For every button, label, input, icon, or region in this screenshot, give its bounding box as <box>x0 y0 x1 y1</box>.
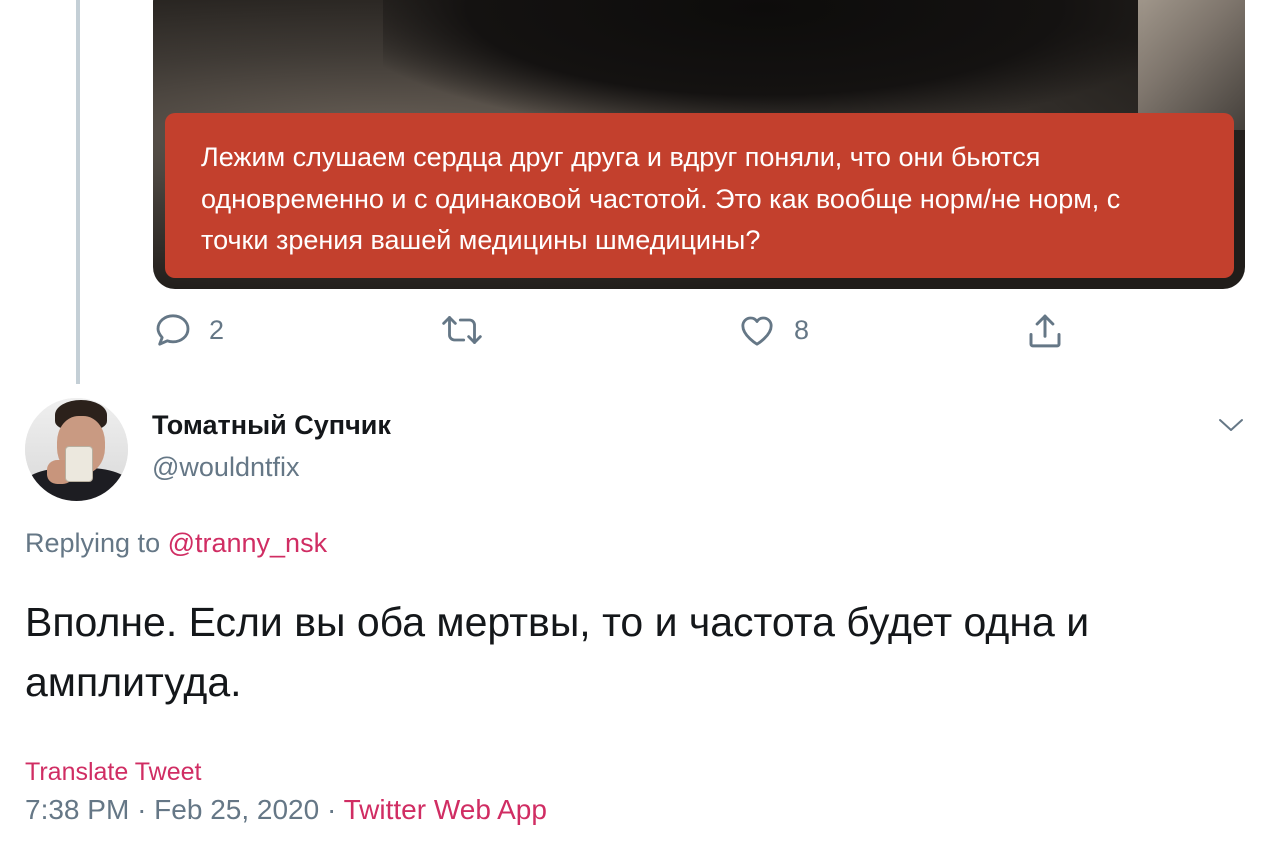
author-handle[interactable]: @wouldntfix <box>152 452 299 483</box>
tweet-text: Вполне. Если вы оба мертвы, то и частота… <box>25 599 1090 705</box>
like-count: 8 <box>794 314 810 345</box>
avatar[interactable] <box>25 398 128 501</box>
tweet-action-bar: 2 8 <box>0 310 1280 360</box>
media-caption: Лежим слушаем сердца друг друга и вдруг … <box>165 113 1234 278</box>
reply-count: 2 <box>209 314 225 345</box>
reply-icon <box>153 310 193 350</box>
replying-to-line: Replying to @tranny_nsk <box>25 528 327 559</box>
tweet-time[interactable]: 7:38 PM <box>25 794 129 825</box>
tweet-metadata: 7:38 PM · Feb 25, 2020 · Twitter Web App <box>25 794 547 826</box>
share-button[interactable] <box>1024 310 1066 352</box>
quoted-tweet-media[interactable]: Лежим слушаем сердца друг друга и вдруг … <box>153 0 1245 289</box>
retweet-icon <box>440 310 484 350</box>
replying-mention-link[interactable]: @tranny_nsk <box>168 528 327 558</box>
like-icon <box>736 310 778 350</box>
translate-tweet-link[interactable]: Translate Tweet <box>25 758 201 787</box>
photo-dark-area <box>383 0 1143 120</box>
avatar-cup <box>65 446 93 482</box>
chevron-down-icon <box>1216 419 1246 440</box>
retweet-button[interactable] <box>440 310 500 350</box>
meta-separator: · <box>137 794 147 825</box>
share-icon <box>1024 310 1066 352</box>
tweet-date[interactable]: Feb 25, 2020 <box>154 794 319 825</box>
meta-separator: · <box>326 794 337 825</box>
photo-light-area <box>1138 0 1245 130</box>
source-app-link[interactable]: Twitter Web App <box>344 794 547 825</box>
replying-prefix: Replying to <box>25 528 168 558</box>
author-name[interactable]: Томатный Супчик <box>152 410 391 441</box>
like-button[interactable]: 8 <box>736 310 809 350</box>
reply-button[interactable]: 2 <box>153 310 224 350</box>
more-options-button[interactable] <box>1216 414 1246 441</box>
